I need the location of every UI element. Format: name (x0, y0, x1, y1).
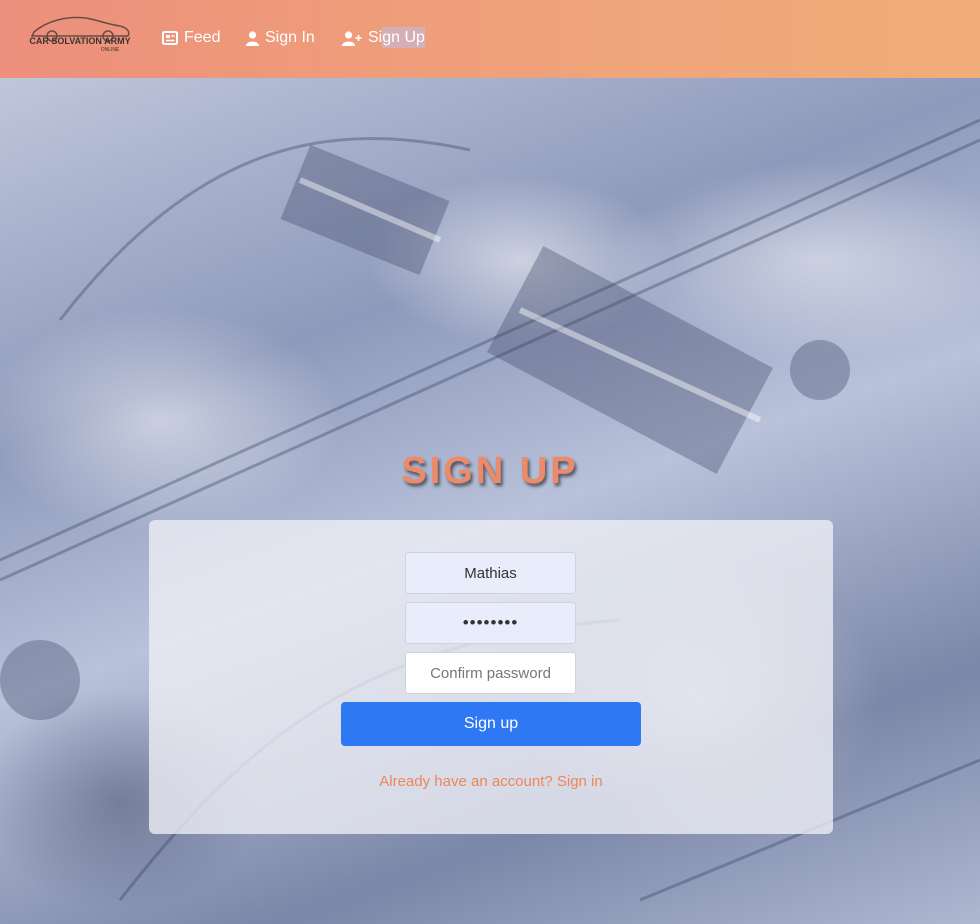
navbar: CAR SOLVATION ARMY ONLINE Feed Sign In S… (0, 0, 980, 78)
brand-logo[interactable]: CAR SOLVATION ARMY ONLINE (28, 14, 132, 54)
nav-feed-label: Feed (184, 29, 221, 46)
svg-text:CAR SOLVATION ARMY: CAR SOLVATION ARMY (29, 36, 130, 46)
password-field[interactable] (405, 602, 576, 644)
username-field[interactable] (405, 552, 576, 594)
user-icon (246, 30, 259, 46)
signup-card: Sign up Already have an account? Sign in (149, 520, 833, 834)
page-title: SIGN UP (401, 450, 579, 492)
svg-text:ONLINE: ONLINE (101, 47, 120, 53)
nav-sign-up-label: Sign Up (368, 27, 425, 48)
nav-sign-up[interactable]: Sign Up (342, 25, 425, 51)
confirm-password-field[interactable] (405, 652, 576, 694)
nav-sign-in-label: Sign In (265, 29, 315, 46)
nav-sign-in[interactable]: Sign In (246, 25, 315, 51)
nav-feed[interactable]: Feed (162, 25, 220, 51)
user-plus-icon (342, 30, 362, 46)
sign-in-link[interactable]: Already have an account? Sign in (149, 773, 833, 790)
newspaper-icon (162, 31, 178, 45)
sign-up-button[interactable]: Sign up (341, 702, 641, 746)
nav-sign-up-highlight: gn Up (382, 27, 425, 48)
